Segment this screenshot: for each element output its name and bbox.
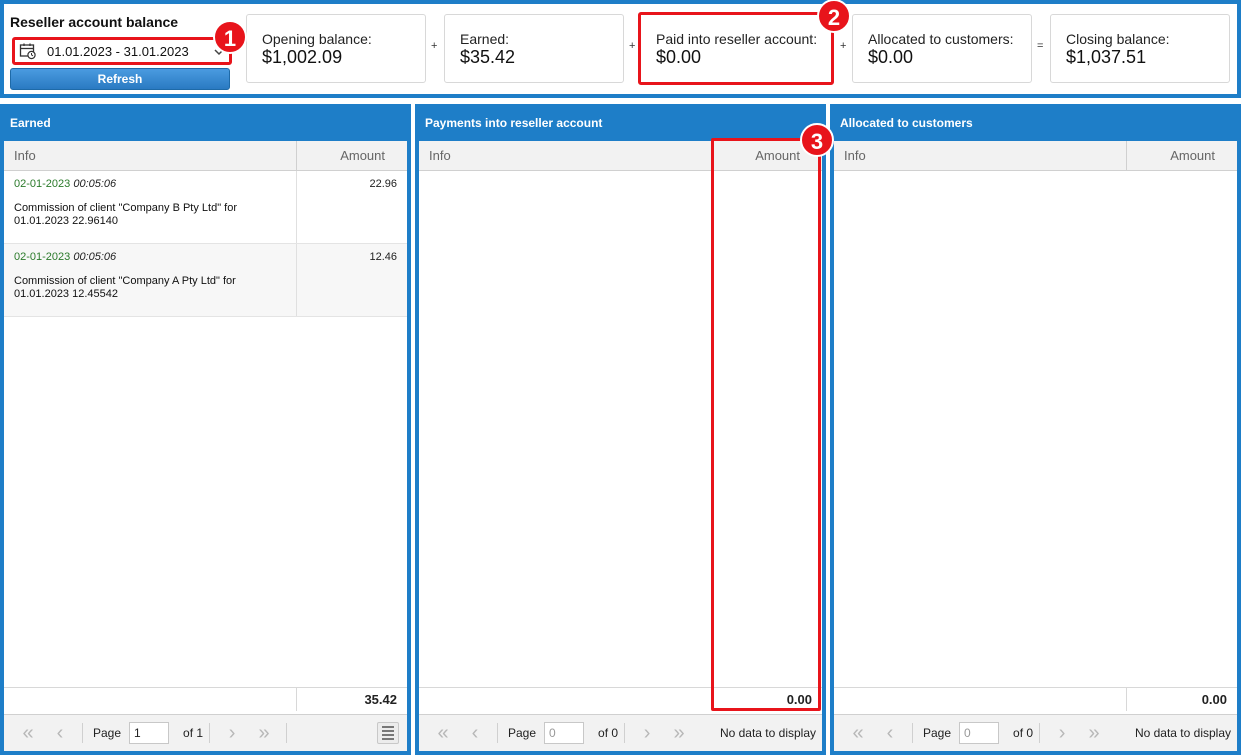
page-input[interactable]: 1	[129, 722, 170, 744]
row-description: Commission of client "Company B Pty Ltd"…	[14, 202, 238, 227]
row-time: 00:05:06	[73, 251, 117, 263]
row-info-cell: 02-01-2023 00:05:06 Commission of client…	[4, 244, 297, 316]
calendar-icon	[19, 42, 39, 60]
pager-divider	[286, 723, 288, 743]
grid-menu-icon[interactable]	[377, 722, 399, 744]
pager-status: No data to display	[1134, 726, 1231, 740]
info-column-header[interactable]: Info	[419, 141, 712, 170]
first-page-icon[interactable]: «	[20, 723, 36, 743]
annotation-badge-3: 3	[800, 123, 834, 157]
balance-summary-panel: Reseller account balance 01.01.2023 - 31…	[0, 0, 1241, 98]
annotation-badge-2: 2	[817, 0, 851, 33]
plus-operator: +	[431, 40, 438, 52]
plus-operator: +	[840, 40, 847, 52]
page-input[interactable]: 0	[959, 722, 1000, 744]
total-spacer	[4, 688, 297, 711]
last-page-icon[interactable]: »	[1086, 723, 1102, 743]
page-title: Reseller account balance	[10, 14, 179, 30]
equals-operator: =	[1037, 40, 1044, 52]
table-row[interactable]: 02-01-2023 00:05:06 Commission of client…	[4, 244, 407, 317]
pager-divider	[497, 723, 498, 743]
table-row[interactable]: 02-01-2023 00:05:06 Commission of client…	[4, 171, 407, 244]
info-column-header[interactable]: Info	[4, 141, 297, 170]
allocated-total-row: 0.00	[834, 687, 1237, 711]
pager-status: No data to display	[719, 726, 816, 740]
allocated-panel-title: Allocated to customers	[830, 104, 1241, 141]
pager-divider	[209, 723, 211, 743]
annotation-badge-1: 1	[213, 20, 247, 54]
paid-into-reseller-card: Paid into reseller account: $0.00	[638, 12, 834, 85]
closing-balance-value: $1,037.51	[1066, 47, 1147, 67]
payments-panel: Payments into reseller account Info Amou…	[415, 104, 826, 755]
date-range-value: 01.01.2023 - 31.01.2023	[47, 43, 189, 59]
pager-divider	[82, 723, 83, 743]
allocated-card: Allocated to customers: $0.00	[852, 14, 1032, 83]
earned-panel: Earned Info Amount 02-01-2023 00:05:06 C…	[0, 104, 411, 755]
earned-card: Earned: $35.42	[444, 14, 624, 83]
row-date: 02-01-2023	[14, 178, 71, 190]
row-amount: 22.96	[369, 178, 397, 190]
allocated-panel: Allocated to customers Info Amount 0.00 …	[830, 104, 1241, 755]
prev-page-icon[interactable]: ‹	[467, 723, 483, 743]
opening-balance-label: Opening balance:	[262, 31, 372, 47]
opening-balance-value: $1,002.09	[262, 47, 343, 67]
earned-column-header: Info Amount	[4, 141, 407, 171]
allocated-label: Allocated to customers:	[868, 31, 1014, 47]
closing-balance-label: Closing balance:	[1066, 31, 1170, 47]
row-description: Commission of client "Company A Pty Ltd"…	[14, 275, 236, 300]
next-page-icon[interactable]: ›	[639, 723, 655, 743]
earned-value: $35.42	[460, 47, 516, 67]
earned-total-row: 35.42	[4, 687, 407, 711]
total-spacer	[834, 688, 1127, 711]
allocated-value: $0.00	[868, 47, 914, 67]
next-page-icon[interactable]: ›	[224, 723, 240, 743]
earned-label: Earned:	[460, 31, 510, 47]
paid-into-reseller-label: Paid into reseller account:	[656, 31, 818, 47]
page-count: of 0	[1013, 726, 1034, 740]
pager-divider	[624, 723, 626, 743]
earned-total-value: 35.42	[364, 692, 397, 707]
page-label: Page	[93, 726, 122, 740]
allocated-column-header: Info Amount	[834, 141, 1237, 171]
first-page-icon[interactable]: «	[435, 723, 451, 743]
amount-column-highlight	[711, 138, 821, 711]
prev-page-icon[interactable]: ‹	[882, 723, 898, 743]
total-spacer	[419, 688, 712, 711]
opening-balance-card: Opening balance: $1,002.09	[246, 14, 426, 83]
pager-divider	[912, 723, 913, 743]
allocated-pager: « ‹ Page 0 of 0 › » No data to display	[834, 714, 1237, 751]
allocated-total-value: 0.00	[1201, 692, 1227, 707]
earned-pager: « ‹ Page 1 of 1 › »	[4, 714, 407, 751]
row-date: 02-01-2023	[14, 251, 71, 263]
page-input[interactable]: 0	[544, 722, 585, 744]
row-info-cell: 02-01-2023 00:05:06 Commission of client…	[4, 171, 297, 243]
info-column-header[interactable]: Info	[834, 141, 1127, 170]
pager-divider	[1039, 723, 1041, 743]
refresh-button[interactable]: Refresh	[10, 68, 230, 90]
amount-column-header[interactable]: Amount	[297, 141, 407, 170]
amount-column-header[interactable]: Amount	[1127, 141, 1237, 170]
row-amount: 12.46	[369, 251, 397, 263]
page-count: of 1	[183, 726, 204, 740]
closing-balance-card: Closing balance: $1,037.51	[1050, 14, 1230, 83]
payments-pager: « ‹ Page 0 of 0 › » No data to display	[419, 714, 822, 751]
page-label: Page	[923, 726, 952, 740]
earned-panel-title: Earned	[0, 104, 411, 141]
row-time: 00:05:06	[73, 178, 117, 190]
next-page-icon[interactable]: ›	[1054, 723, 1070, 743]
date-range-picker[interactable]: 01.01.2023 - 31.01.2023	[12, 37, 232, 65]
last-page-icon[interactable]: »	[671, 723, 687, 743]
payments-panel-title: Payments into reseller account	[415, 104, 826, 141]
first-page-icon[interactable]: «	[850, 723, 866, 743]
plus-operator: +	[629, 40, 636, 52]
page-label: Page	[508, 726, 537, 740]
last-page-icon[interactable]: »	[256, 723, 272, 743]
prev-page-icon[interactable]: ‹	[52, 723, 68, 743]
paid-into-reseller-value: $0.00	[656, 47, 702, 67]
page-count: of 0	[598, 726, 619, 740]
